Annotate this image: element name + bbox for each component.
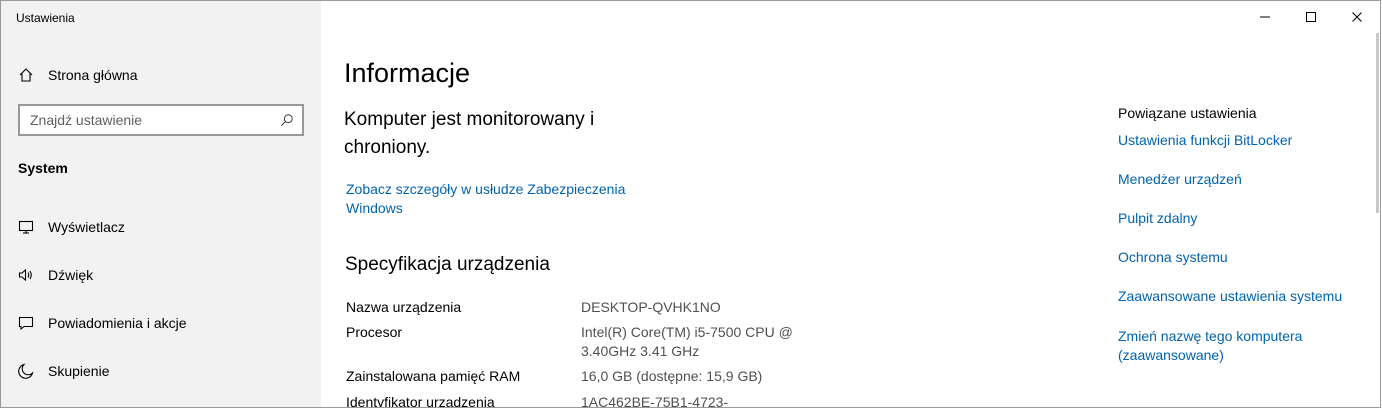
sidebar-item-label: Dźwięk (48, 267, 94, 283)
monitor-icon (18, 219, 34, 235)
sidebar-item-label: Powiadomienia i akcje (48, 315, 187, 331)
search-icon[interactable] (280, 113, 294, 127)
close-button[interactable] (1334, 1, 1380, 33)
spec-value: DESKTOP-QVHK1NO (581, 299, 721, 315)
app-title: Ustawienia (16, 11, 75, 25)
sidebar-item-sound[interactable]: Dźwięk (1, 255, 321, 295)
sidebar-item-notifications[interactable]: Powiadomienia i akcje (1, 303, 321, 343)
sidebar: Ustawienia Strona główna System Wyświetl… (1, 1, 321, 407)
related-link-rename-pc[interactable]: Zmień nazwę tego komputera (zaawansowane… (1118, 327, 1318, 365)
main-content: Informacje Komputer jest monitorowany i … (321, 1, 1380, 407)
sidebar-item-home[interactable]: Strona główna (1, 55, 321, 95)
spec-value: 1AC462BE-75B1-4723- (581, 394, 729, 408)
spec-title: Specyfikacja urządzenia (345, 254, 550, 275)
spec-value: 16,0 GB (dostępne: 15,9 GB) (581, 368, 763, 384)
home-icon (18, 67, 34, 83)
section-label-system: System (18, 160, 68, 176)
scrollbar[interactable] (1376, 33, 1379, 213)
search-box[interactable] (18, 104, 304, 136)
minimize-icon (1260, 16, 1270, 18)
related-link-device-manager[interactable]: Menedżer urządzeń (1118, 170, 1358, 189)
sidebar-item-focus[interactable]: Skupienie (1, 351, 321, 391)
page-title: Informacje (344, 58, 471, 88)
close-icon (1352, 12, 1362, 22)
maximize-icon (1306, 12, 1316, 22)
related-settings-title: Powiązane ustawienia (1118, 105, 1257, 121)
related-link-bitlocker[interactable]: Ustawienia funkcji BitLocker (1118, 131, 1358, 150)
sidebar-item-label: Strona główna (48, 67, 138, 83)
spec-key: Zainstalowana pamięć RAM (346, 368, 521, 384)
spec-key: Procesor (346, 324, 403, 340)
maximize-button[interactable] (1288, 1, 1334, 33)
spec-key: Identyfikator urządzenia (346, 394, 495, 408)
speaker-icon (18, 267, 34, 283)
related-link-advanced-system[interactable]: Zaawansowane ustawienia systemu (1118, 287, 1358, 306)
sidebar-item-display[interactable]: Wyświetlacz (1, 207, 321, 247)
notification-icon (18, 315, 34, 331)
sidebar-item-label: Skupienie (48, 363, 110, 379)
search-input[interactable] (20, 111, 272, 129)
sidebar-item-label: Wyświetlacz (48, 219, 125, 235)
moon-icon (18, 363, 34, 379)
security-status: Komputer jest monitorowany i chroniony. (344, 109, 595, 158)
spec-value: Intel(R) Core(TM) i5-7500 CPU @ 3.40GHz … (581, 324, 793, 359)
security-details-link[interactable]: Zobacz szczegóły w usłudze Zabezpieczeni… (346, 180, 646, 218)
related-link-remote-desktop[interactable]: Pulpit zdalny (1118, 209, 1358, 228)
related-link-system-protection[interactable]: Ochrona systemu (1118, 248, 1358, 267)
settings-window: Ustawienia Strona główna System Wyświetl… (0, 0, 1381, 408)
spec-key: Nazwa urządzenia (346, 299, 462, 315)
minimize-button[interactable] (1242, 1, 1288, 33)
